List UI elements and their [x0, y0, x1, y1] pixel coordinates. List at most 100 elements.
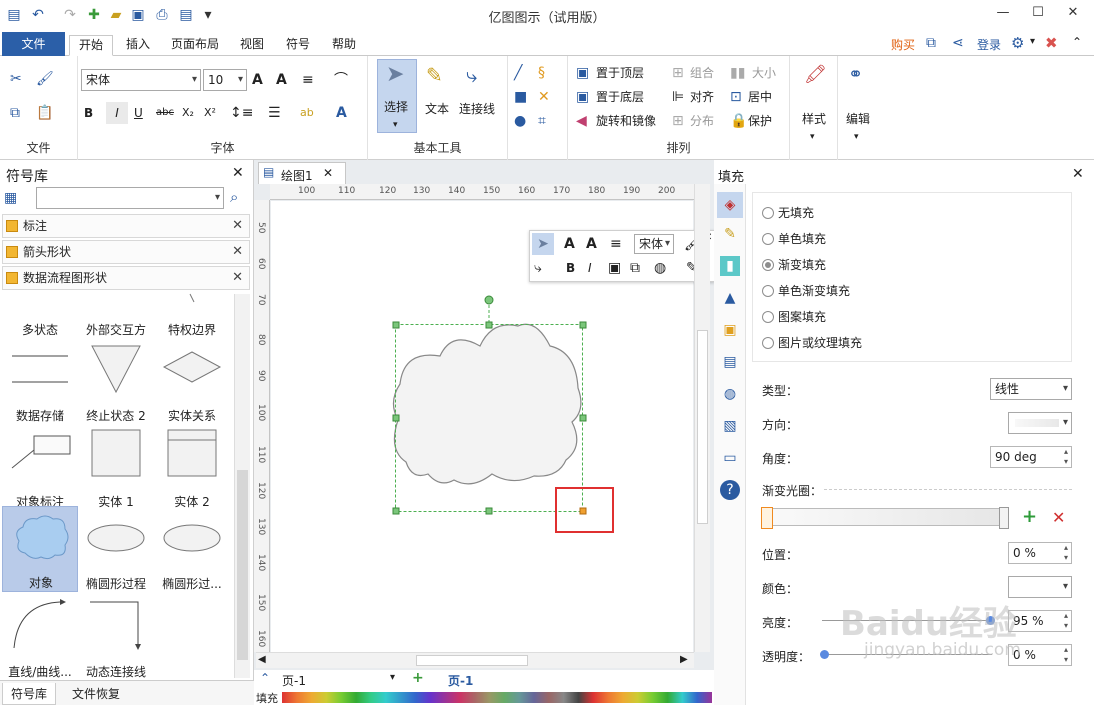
- radio-gradient-fill[interactable]: 渐变填充: [762, 258, 826, 272]
- gradient-stops-bar[interactable]: [761, 507, 1009, 529]
- connector-tool-icon[interactable]: ⤷: [466, 65, 477, 85]
- edit-dropdown-icon[interactable]: ▾: [854, 128, 859, 146]
- center-icon[interactable]: ⊡: [730, 88, 742, 106]
- maximize-icon[interactable]: ☐: [1027, 4, 1049, 22]
- page-tab[interactable]: 页-1: [448, 672, 473, 689]
- line-tool-icon[interactable]: ╱: [514, 64, 522, 82]
- close-section-icon[interactable]: ✕: [232, 241, 243, 263]
- radio-solid-fill[interactable]: 单色填充: [762, 232, 826, 246]
- radio-picture-fill[interactable]: 图片或纹理填充: [762, 336, 862, 350]
- center-label[interactable]: 居中: [748, 88, 772, 106]
- group-label[interactable]: 组合: [690, 64, 714, 82]
- library-menu-icon[interactable]: ▦: [4, 190, 17, 206]
- resize-handle[interactable]: [485, 321, 493, 329]
- mini-bring-front-icon[interactable]: ▣: [608, 259, 621, 277]
- crosshair-icon[interactable]: ✕: [538, 88, 550, 106]
- mini-shrink-font-icon[interactable]: A: [586, 235, 597, 253]
- style-dropdown-icon[interactable]: ▾: [810, 128, 815, 146]
- shape-multi-state[interactable]: 多状态: [2, 292, 78, 338]
- tab-symbol-library[interactable]: 符号库: [2, 683, 57, 705]
- format-painter-icon[interactable]: 🖌: [36, 70, 54, 88]
- grow-font-icon[interactable]: A: [252, 71, 263, 89]
- library-section-arrows[interactable]: 箭头形状 ✕: [2, 240, 250, 264]
- mini-font-select[interactable]: 宋体: [634, 234, 674, 254]
- close-window-icon[interactable]: ✕: [1062, 4, 1084, 22]
- resize-handle[interactable]: [579, 321, 587, 329]
- attachment-tab-icon[interactable]: ▧: [720, 416, 740, 436]
- shape-dynamic-connector[interactable]: 动态连接线: [78, 594, 154, 678]
- send-to-back-label[interactable]: 置于底层: [596, 88, 644, 106]
- document-tab[interactable]: ▤ 绘图1 ✕: [258, 162, 346, 184]
- mini-grow-font-icon[interactable]: A: [564, 235, 575, 253]
- shape-object-callout[interactable]: 对象标注: [2, 424, 78, 510]
- superscript-icon[interactable]: X²: [204, 104, 216, 122]
- resize-handle[interactable]: [392, 507, 400, 515]
- text-tool-label[interactable]: 文本: [425, 100, 449, 118]
- bring-to-front-icon[interactable]: ▣: [576, 64, 589, 82]
- shape-external-interactor[interactable]: 外部交互方: [78, 292, 154, 338]
- shape-privilege-boundary[interactable]: 特权边界: [154, 292, 230, 338]
- gradient-stop-start[interactable]: [761, 507, 773, 529]
- text-direction-icon[interactable]: ⌒: [334, 71, 348, 89]
- distribute-icon[interactable]: ⊞: [672, 112, 684, 130]
- rotation-handle[interactable]: [484, 295, 494, 305]
- align-menu-icon[interactable]: ≡: [302, 71, 314, 89]
- library-search-input[interactable]: [36, 187, 224, 209]
- group-icon[interactable]: ⊞: [672, 64, 684, 82]
- hyperlink-tab-icon[interactable]: ◍: [720, 384, 740, 404]
- layer-tab-icon[interactable]: ▣: [720, 320, 740, 340]
- resize-handle[interactable]: [392, 414, 400, 422]
- angle-input[interactable]: 90 deg: [990, 446, 1072, 468]
- tab-home[interactable]: 开始: [69, 35, 113, 56]
- tab-page-layout[interactable]: 页面布局: [164, 35, 226, 56]
- paste-icon[interactable]: 📋: [36, 104, 53, 122]
- align-icon[interactable]: ⊫: [672, 88, 684, 106]
- fill-tab-icon[interactable]: ◈: [717, 192, 743, 218]
- data-tab-icon[interactable]: ▤: [720, 352, 740, 372]
- color-palette[interactable]: [282, 692, 712, 703]
- find-binoculars-icon[interactable]: ⚭: [848, 66, 863, 84]
- settings-gear-icon[interactable]: ⚙: [1011, 34, 1024, 52]
- transparency-slider-thumb[interactable]: [820, 650, 829, 659]
- shape-ellipse-process-2[interactable]: 椭圆形过...: [154, 506, 230, 592]
- share-screen-icon[interactable]: ⧉: [926, 35, 936, 51]
- mini-send-back-icon[interactable]: ⧉: [630, 259, 640, 277]
- remove-stop-icon[interactable]: ✕: [1052, 508, 1065, 527]
- edit-label[interactable]: 编辑: [846, 110, 870, 128]
- resize-handle[interactable]: [485, 507, 493, 515]
- rectangle-tool-icon[interactable]: ■: [514, 88, 527, 106]
- plugin-icon[interactable]: ✖: [1045, 34, 1058, 52]
- close-section-icon[interactable]: ✕: [232, 267, 243, 289]
- canvas-vertical-scrollbar[interactable]: [694, 184, 710, 652]
- brightness-input[interactable]: 95 %: [1008, 610, 1072, 632]
- distribute-label[interactable]: 分布: [690, 112, 714, 130]
- page-up-icon[interactable]: ⌃: [260, 671, 270, 685]
- tab-help[interactable]: 帮助: [324, 35, 364, 56]
- shrink-font-icon[interactable]: A: [276, 71, 287, 89]
- tab-file[interactable]: 文件: [2, 32, 65, 56]
- shape-ellipse-process[interactable]: 椭圆形过程: [78, 506, 154, 592]
- comment-tab-icon[interactable]: ▭: [720, 448, 740, 468]
- close-document-icon[interactable]: ✕: [323, 166, 333, 180]
- canvas-horizontal-thumb[interactable]: [416, 655, 528, 666]
- library-scroll-thumb[interactable]: [237, 470, 248, 660]
- send-to-back-icon[interactable]: ▣: [576, 88, 589, 106]
- library-section-dataflow[interactable]: 数据流程图形状 ✕: [2, 266, 250, 290]
- cloud-shape[interactable]: [388, 290, 588, 520]
- help-tab-icon[interactable]: ?: [720, 480, 740, 500]
- size-icon[interactable]: ▮▮: [730, 64, 745, 82]
- library-section-callouts[interactable]: 标注 ✕: [2, 214, 250, 238]
- close-section-icon[interactable]: ✕: [232, 215, 243, 237]
- close-library-icon[interactable]: ✕: [232, 165, 244, 181]
- copy-icon[interactable]: ⧉: [10, 104, 20, 122]
- search-icon[interactable]: ⌕: [230, 188, 238, 206]
- underline-icon[interactable]: U: [134, 104, 143, 122]
- rotate-mirror-label[interactable]: 旋转和镜像: [596, 112, 656, 130]
- shape-object-selected[interactable]: 对象: [2, 506, 78, 592]
- mini-italic-icon[interactable]: I: [588, 259, 592, 277]
- font-family-select[interactable]: 宋体: [81, 69, 201, 91]
- page-select-dropdown-icon[interactable]: ▾: [390, 672, 395, 683]
- connector-tool-label[interactable]: 连接线: [459, 100, 495, 118]
- shape-entity-relation[interactable]: 实体关系: [154, 338, 230, 424]
- radio-no-fill[interactable]: 无填充: [762, 206, 814, 220]
